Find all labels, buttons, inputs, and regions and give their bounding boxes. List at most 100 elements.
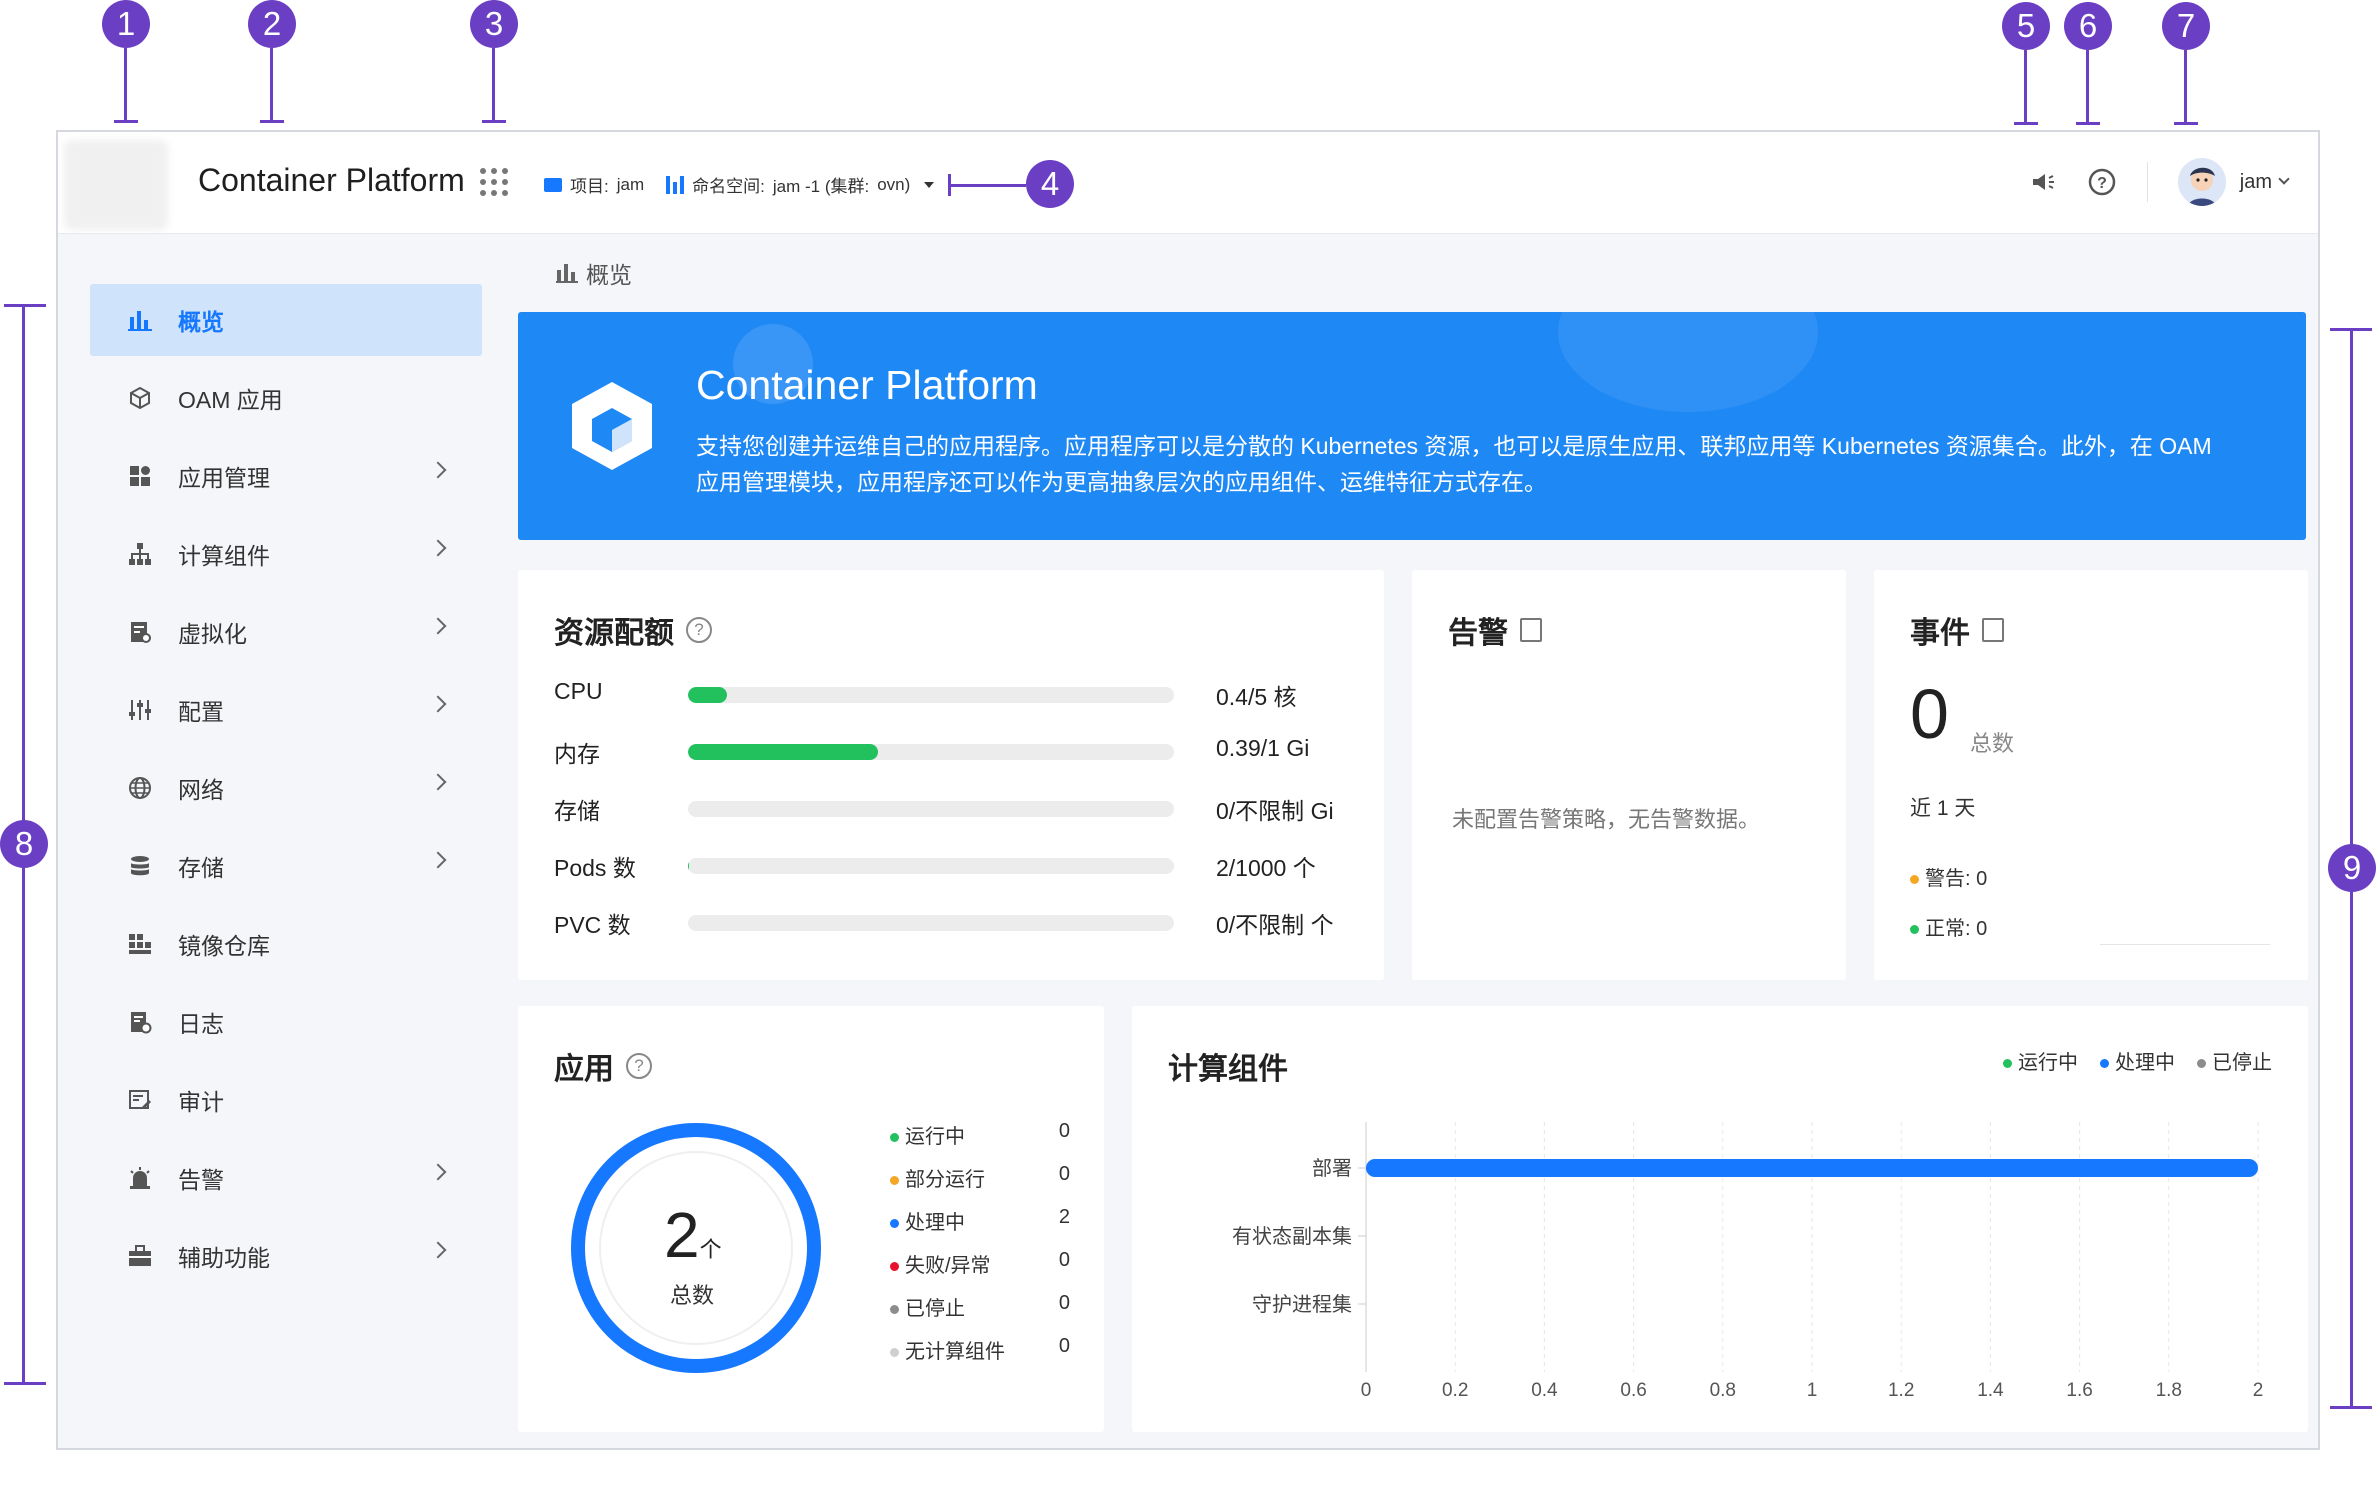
app-window: Container Platform 项目: jam 命名空间: jam -1 …	[56, 130, 2320, 1450]
quota-row: PVC 数 0/不限制 个	[554, 906, 1354, 938]
x-tick-label: 2	[2253, 1380, 2264, 1401]
bar[interactable]	[1366, 1159, 2258, 1177]
workloads-card: 计算组件 运行中 处理中 已停止 0 0.2 0.4 0.6 0.8 1 1.2 1.4 1.6 1.…	[1132, 1006, 2308, 1432]
annotation-line	[948, 174, 951, 196]
annotation-7: 7	[2162, 2, 2210, 50]
sidebar-item-storage[interactable]: 存储	[90, 830, 482, 902]
x-tick-label: 0.8	[1710, 1380, 1736, 1401]
sidebar-item-alerts[interactable]: 告警	[90, 1142, 482, 1214]
chevron-down-icon[interactable]	[2278, 173, 2290, 185]
annotation-line	[4, 304, 46, 307]
quota-label: Pods 数	[554, 855, 636, 881]
quota-row: CPU 0.4/5 核	[554, 678, 1354, 710]
sidebar-item-audit[interactable]: 审计	[90, 1064, 482, 1136]
context-switcher[interactable]: 项目: jam 命名空间: jam -1 (集群: ovn)	[544, 172, 935, 197]
annotation-line	[114, 120, 138, 123]
sidebar-item-config[interactable]: 配置	[90, 674, 482, 746]
annotation-line	[124, 48, 127, 120]
events-normal: 正常: 0	[1910, 912, 1987, 941]
annotation-5: 5	[2002, 2, 2050, 50]
avatar[interactable]	[2177, 158, 2226, 206]
help-icon[interactable]: ?	[626, 1053, 652, 1079]
banner-title: Container Platform	[696, 362, 1038, 408]
workloads-chart: 0 0.2 0.4 0.6 0.8 1 1.2 1.4 1.6 1.8 2 部署有状态副本集守护进程集	[1232, 1122, 2264, 1401]
sidebar-item-registry[interactable]: 镜像仓库	[90, 908, 482, 980]
annotation-line	[260, 120, 284, 123]
sidebar-item-overview[interactable]: 概览	[90, 284, 482, 356]
logo[interactable]	[64, 140, 168, 230]
audit-icon	[126, 1086, 154, 1114]
globe-icon	[126, 774, 154, 802]
quota-progress-bar	[688, 915, 1174, 931]
banner-description: 支持您创建并运维自己的应用程序。应用程序可以是分散的 Kubernetes 资源…	[696, 433, 2212, 495]
quota-card: 资源配额 ? CPU 0.4/5 核内存 0.39/1 Gi 存储 0/不限制 Gi Po…	[518, 570, 1384, 980]
x-tick-label: 0	[1361, 1380, 1372, 1401]
annotation-line	[948, 184, 1026, 187]
events-warning: 警告: 0	[1910, 862, 1987, 891]
user-name[interactable]: jam	[2240, 171, 2272, 194]
quota-value: 0/不限制 个	[1216, 912, 1334, 938]
namespace-value: jam -1 (集群:	[772, 177, 870, 196]
chart-bar-icon	[556, 264, 578, 283]
quota-label: CPU	[554, 678, 603, 704]
sidebar: 概览 OAM 应用 应用管理 计算组件 虚拟化 配置 网络 存储 镜像仓库 日志…	[58, 234, 512, 1448]
announcement-icon[interactable]	[2029, 167, 2059, 197]
chevron-right-icon	[429, 1241, 447, 1259]
top-bar-actions: ? jam	[2029, 154, 2290, 210]
apps-title: 应用 ?	[554, 1044, 652, 1088]
sidebar-item-virtualization[interactable]: 虚拟化	[90, 596, 482, 668]
cluster-value: ovn)	[877, 174, 911, 194]
app-launcher-icon[interactable]	[480, 168, 508, 196]
apps-icon	[126, 462, 154, 490]
x-tick-label: 1.2	[1888, 1380, 1914, 1401]
virtual-icon	[126, 618, 154, 646]
annotation-line	[492, 48, 495, 120]
sidebar-item-label: 虚拟化	[178, 621, 247, 647]
divider	[2146, 162, 2148, 202]
sidebar-item-logs[interactable]: 日志	[90, 986, 482, 1058]
chevron-right-icon	[429, 851, 447, 869]
sidebar-item-app-management[interactable]: 应用管理	[90, 440, 482, 512]
namespace-label: 命名空间:	[692, 177, 765, 196]
sidebar-item-label: 日志	[178, 1011, 224, 1037]
sidebar-item-network[interactable]: 网络	[90, 752, 482, 824]
chevron-right-icon	[429, 1163, 447, 1181]
x-tick-label: 1	[1807, 1380, 1818, 1401]
y-tick-label: 守护进程集	[1252, 1293, 1352, 1316]
card-title-text: 应用	[554, 1053, 614, 1086]
annotation-2: 2	[248, 0, 296, 48]
sidebar-item-workloads[interactable]: 计算组件	[90, 518, 482, 590]
x-tick-label: 1.6	[2066, 1380, 2092, 1401]
sidebar-item-label: 辅助功能	[178, 1245, 270, 1271]
brand-name[interactable]: Container Platform	[198, 162, 465, 199]
annotation-9: 9	[2328, 844, 2376, 892]
quota-progress-bar	[688, 858, 1174, 874]
x-tick-label: 1.8	[2156, 1380, 2182, 1401]
alarm-icon	[126, 1164, 154, 1192]
annotation-line	[2014, 122, 2038, 125]
help-icon[interactable]: ?	[686, 617, 712, 643]
legend-item: 处理中 2	[890, 1206, 1070, 1236]
x-tick-label: 0.6	[1620, 1380, 1646, 1401]
sidebar-item-oam[interactable]: OAM 应用	[90, 362, 482, 434]
project-value: jam	[616, 174, 645, 194]
sidebar-item-label: OAM 应用	[178, 387, 283, 413]
sidebar-item-label: 存储	[178, 855, 224, 881]
apps-total: 2个	[664, 1199, 722, 1271]
document-search-icon[interactable]	[1520, 618, 1542, 642]
events-title: 事件	[1910, 608, 2004, 652]
document-search-icon[interactable]	[1982, 618, 2004, 642]
apps-total-label: 总数	[670, 1283, 715, 1308]
quota-value: 0.4/5 核	[1216, 684, 1297, 710]
annotation-line	[2174, 122, 2198, 125]
sidebar-item-tools[interactable]: 辅助功能	[90, 1220, 482, 1292]
quota-label: 内存	[554, 741, 600, 767]
sidebar-item-label: 应用管理	[178, 465, 270, 491]
sidebar-item-label: 概览	[178, 309, 224, 335]
legend-item: 无计算组件 0	[890, 1335, 1070, 1365]
database-icon	[126, 852, 154, 880]
help-icon[interactable]: ?	[2087, 167, 2117, 197]
welcome-banner: Container Platform 支持您创建并运维自己的应用程序。应用程序可…	[518, 312, 2306, 540]
apps-card: 应用 ? 2个 总数 运行中 0 部分运行 0 处理中 2 失败/异常 0 已停止 0 无计算组件 0	[518, 1006, 1104, 1432]
annotation-4: 4	[1026, 160, 1074, 208]
